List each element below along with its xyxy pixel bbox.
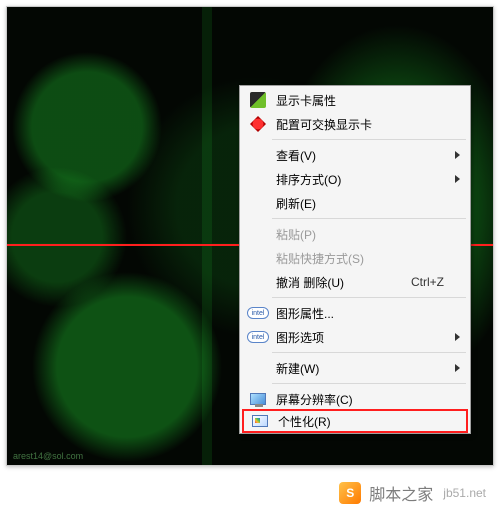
watermark-footer: S 脚本之家 jb51.net	[0, 474, 500, 512]
menu-item-undo-delete[interactable]: 撤消 删除(U) Ctrl+Z	[242, 270, 468, 294]
menu-label: 粘贴(P)	[272, 226, 466, 243]
ati-icon	[244, 116, 272, 132]
menu-label: 配置可交换显示卡	[272, 116, 466, 133]
wallpaper-credit: arest14@sol.com	[13, 451, 83, 461]
menu-separator	[272, 218, 466, 219]
menu-label: 粘贴快捷方式(S)	[272, 250, 466, 267]
personalize-icon	[246, 415, 274, 427]
nvidia-icon	[244, 92, 272, 108]
menu-item-paste-shortcut: 粘贴快捷方式(S)	[242, 246, 468, 270]
menu-item-view[interactable]: 查看(V)	[242, 143, 468, 167]
menu-separator	[272, 139, 466, 140]
menu-label: 新建(W)	[272, 360, 466, 377]
menu-item-new[interactable]: 新建(W)	[242, 356, 468, 380]
desktop-context-menu: 显示卡属性 配置可交换显示卡 查看(V) 排序方式(O) 刷新(E)	[239, 85, 471, 434]
monitor-icon	[244, 393, 272, 405]
submenu-arrow-icon	[455, 151, 460, 159]
menu-label: 屏幕分辨率(C)	[272, 391, 466, 408]
menu-label: 图形属性...	[272, 305, 466, 322]
menu-item-personalize[interactable]: 个性化(R)	[242, 409, 468, 433]
menu-separator	[272, 383, 466, 384]
screenshot-frame: arest14@sol.com 显示卡属性 配置可交换显示卡 查看(V) 排序方…	[6, 6, 494, 466]
menu-item-sort[interactable]: 排序方式(O)	[242, 167, 468, 191]
intel-icon: intel	[244, 331, 272, 343]
watermark-site: jb51.net	[443, 486, 486, 500]
menu-item-switchable-graphics[interactable]: 配置可交换显示卡	[242, 112, 468, 136]
watermark-logo-icon: S	[339, 482, 361, 504]
menu-item-graphics-properties[interactable]: intel 图形属性...	[242, 301, 468, 325]
menu-item-display-card-properties[interactable]: 显示卡属性	[242, 88, 468, 112]
menu-shortcut: Ctrl+Z	[411, 275, 466, 289]
watermark-name: 脚本之家	[369, 481, 433, 505]
menu-label: 个性化(R)	[274, 413, 464, 430]
menu-separator	[272, 352, 466, 353]
submenu-arrow-icon	[455, 175, 460, 183]
menu-label: 查看(V)	[272, 147, 466, 164]
submenu-arrow-icon	[455, 333, 460, 341]
menu-label: 撤消 删除(U)	[272, 274, 411, 291]
intel-icon: intel	[244, 307, 272, 319]
menu-item-graphics-options[interactable]: intel 图形选项	[242, 325, 468, 349]
menu-label: 显示卡属性	[272, 92, 466, 109]
stage: arest14@sol.com 显示卡属性 配置可交换显示卡 查看(V) 排序方…	[0, 0, 500, 512]
menu-item-refresh[interactable]: 刷新(E)	[242, 191, 468, 215]
menu-label: 排序方式(O)	[272, 171, 466, 188]
menu-item-paste: 粘贴(P)	[242, 222, 468, 246]
menu-separator	[272, 297, 466, 298]
menu-item-screen-resolution[interactable]: 屏幕分辨率(C)	[242, 387, 468, 411]
menu-label: 图形选项	[272, 329, 466, 346]
menu-label: 刷新(E)	[272, 195, 466, 212]
submenu-arrow-icon	[455, 364, 460, 372]
